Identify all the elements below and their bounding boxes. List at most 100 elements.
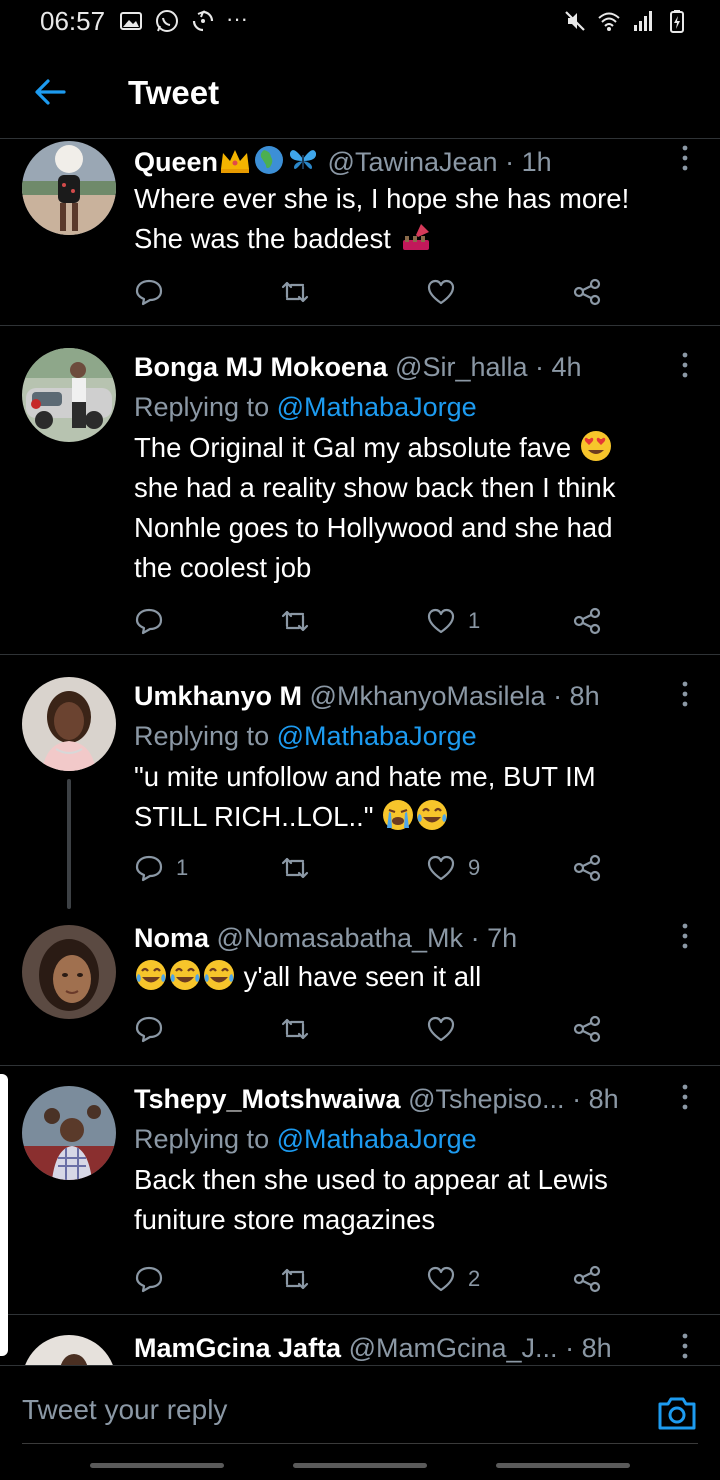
share-button[interactable] (572, 1262, 602, 1296)
tweet-text-line-with-emoji: The Original it Gal my absolute fave (134, 428, 684, 468)
tweet-header: Bonga MJ Mokoena @Sir_halla · 4h (134, 350, 582, 384)
like-button[interactable]: 2 (426, 1262, 480, 1296)
display-name[interactable]: MamGcina Jafta (134, 1333, 341, 1363)
butterfly-emoji (289, 150, 317, 169)
avatar[interactable] (22, 1086, 116, 1180)
reply-input[interactable]: Tweet your reply (22, 1394, 227, 1426)
retweet-button[interactable] (280, 1262, 322, 1296)
retweet-button[interactable] (280, 275, 322, 309)
mention-link[interactable]: @MathabaJorge (277, 392, 477, 422)
edge-panel-handle[interactable] (0, 1074, 8, 1356)
share-button[interactable] (572, 275, 602, 309)
nav-back-button[interactable] (496, 1463, 630, 1468)
handle[interactable]: @MamGcina_J... (349, 1333, 558, 1363)
retweet-button[interactable] (280, 1012, 322, 1046)
handle[interactable]: @Sir_halla (395, 352, 527, 382)
display-name[interactable]: Noma (134, 923, 209, 953)
like-button[interactable]: 1 (426, 604, 480, 638)
tweet-item[interactable]: Tshepy_Motshwaiwa @Tshepiso... · 8h Repl… (0, 1066, 720, 1314)
more-options-icon[interactable] (678, 921, 692, 951)
tweet-text-line: Back then she used to appear at Lewis (134, 1164, 608, 1195)
share-button[interactable] (572, 851, 602, 885)
handle[interactable]: @Tshepiso... (408, 1084, 564, 1114)
more-options-icon[interactable] (678, 1082, 692, 1112)
handle[interactable]: @TawinaJean (328, 147, 498, 177)
mention-link[interactable]: @MathabaJorge (277, 1124, 477, 1154)
tweet-item[interactable]: Umkhanyo M @MkhanyoMasilela · 8h Replyin… (0, 655, 720, 909)
reply-button[interactable] (134, 275, 176, 309)
tweet-item[interactable]: Queen @TawinaJean · 1h Where ever she is… (0, 139, 720, 325)
display-name[interactable]: Bonga MJ Mokoena (134, 352, 388, 382)
tweet-text-line: she had a reality show back then I think (134, 472, 616, 503)
timestamp[interactable]: · 7h (471, 923, 518, 953)
avatar[interactable] (22, 348, 116, 442)
tweet-item[interactable]: Bonga MJ Mokoena @Sir_halla · 4h Replyin… (0, 326, 720, 654)
retweet-button[interactable] (280, 851, 322, 885)
reply-button[interactable] (134, 604, 176, 638)
display-name[interactable]: Tshepy_Motshwaiwa (134, 1084, 401, 1114)
timestamp[interactable]: · 8h (553, 681, 600, 711)
retweet-button[interactable] (280, 604, 322, 638)
more-options-icon[interactable] (678, 1331, 692, 1361)
tweet-text-line: She was the baddest (134, 223, 391, 254)
share-button[interactable] (572, 1012, 602, 1046)
tweet-item[interactable]: MamGcina Jafta @MamGcina_J... · 8h (0, 1315, 720, 1365)
arrow-left-icon[interactable] (30, 72, 70, 112)
tweet-header: MamGcina Jafta @MamGcina_J... · 8h (134, 1331, 612, 1365)
tweet-text-line-with-emoji: STILL RICH..LOL.." (134, 797, 684, 837)
handle[interactable]: @Nomasabatha_Mk (217, 923, 464, 953)
timestamp[interactable]: · 8h (565, 1333, 612, 1363)
wifi-icon (598, 12, 620, 31)
reply-icon (135, 279, 163, 306)
handle[interactable]: @MkhanyoMasilela (310, 681, 546, 711)
system-nav-bar (0, 1445, 720, 1480)
like-count: 2 (468, 1266, 481, 1291)
share-icon (573, 278, 601, 306)
tweet-text: y'all have seen it all (134, 957, 684, 997)
avatar[interactable] (22, 677, 116, 771)
more-options-icon[interactable] (678, 679, 692, 709)
reply-button[interactable]: 1 (134, 851, 188, 885)
retweet-icon (281, 610, 309, 632)
timestamp[interactable]: · 4h (535, 352, 582, 382)
like-button[interactable] (426, 275, 468, 309)
sync-icon (192, 10, 214, 32)
nav-home-button[interactable] (293, 1463, 427, 1468)
replies-feed[interactable]: Queen @TawinaJean · 1h Where ever she is… (0, 139, 720, 1365)
tweet-text: The Original it Gal my absolute fave she… (134, 428, 684, 588)
retweet-icon (281, 857, 309, 879)
loudly-crying-emoji (383, 800, 414, 830)
avatar[interactable] (22, 925, 116, 1019)
like-button[interactable]: 9 (426, 851, 480, 885)
display-name[interactable]: Queen (134, 147, 218, 177)
tweet-header: Noma @Nomasabatha_Mk · 7h (134, 921, 517, 955)
tweet-header: Tshepy_Motshwaiwa @Tshepiso... · 8h (134, 1082, 619, 1116)
avatar[interactable] (22, 1335, 116, 1365)
tweet-text-line: "u mite unfollow and hate me, BUT IM (134, 761, 596, 792)
tweet-text: Back then she used to appear at Lewis fu… (134, 1160, 684, 1240)
tweet-text-line: STILL RICH..LOL.." (134, 801, 374, 832)
like-button[interactable] (426, 1012, 468, 1046)
nail-polish-emoji (402, 224, 429, 250)
display-name[interactable]: Umkhanyo M (134, 681, 302, 711)
reply-icon (135, 855, 163, 882)
share-button[interactable] (572, 604, 602, 638)
camera-icon[interactable] (656, 1394, 698, 1432)
avatar[interactable] (22, 141, 116, 235)
timestamp[interactable]: · 1h (505, 147, 552, 177)
mention-link[interactable]: @MathabaJorge (277, 721, 477, 751)
composer-underline (22, 1443, 698, 1444)
tweet-actions (134, 1012, 614, 1046)
more-options-icon[interactable] (678, 143, 692, 173)
tweet-text-line: the coolest job (134, 552, 312, 583)
share-icon (573, 1265, 601, 1293)
tweet-item[interactable]: Noma @Nomasabatha_Mk · 7h y'all have see… (0, 905, 720, 1065)
reply-button[interactable] (134, 1012, 176, 1046)
timestamp[interactable]: · 8h (572, 1084, 619, 1114)
tweet-text-line: The Original it Gal my absolute fave (134, 432, 572, 463)
nav-recent-button[interactable] (90, 1463, 224, 1468)
tweet-actions: 1 (134, 604, 614, 638)
status-notification-icons: ··· (118, 8, 248, 34)
more-options-icon[interactable] (678, 350, 692, 380)
reply-button[interactable] (134, 1262, 176, 1296)
